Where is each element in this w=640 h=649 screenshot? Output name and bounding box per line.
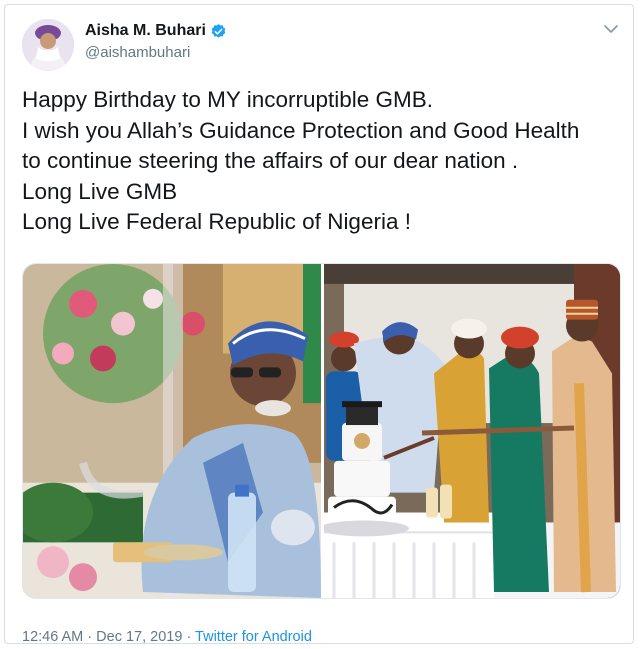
photo-cake-cutting[interactable] <box>324 264 621 598</box>
avatar-image <box>22 19 74 71</box>
separator: · <box>182 629 196 645</box>
separator: · <box>83 629 97 645</box>
tweet-line: Long Live GMB <box>22 178 178 204</box>
tweet-line: to continue steering the affairs of our … <box>22 148 519 173</box>
tweet-source-link[interactable]: Twitter for Android <box>195 629 312 645</box>
tweet-line: I wish you Allah’s Guidance Protection a… <box>22 117 580 143</box>
tweet-card: Aisha M. Buhari @aishambuhari Happy Birt… <box>4 4 634 645</box>
tweet-text: Happy Birthday to MY incorruptible GMB. … <box>22 85 627 238</box>
chevron-down-icon[interactable] <box>601 19 621 39</box>
tweet-metadata: 12:46 AM · Dec 17, 2019 · Twitter for An… <box>22 629 312 645</box>
tweet-line: Happy Birthday to MY incorruptible GMB. <box>22 87 434 112</box>
avatar[interactable] <box>22 19 74 71</box>
tweet-date[interactable]: Dec 17, 2019 <box>96 629 182 645</box>
tweet-time[interactable]: 12:46 AM <box>22 629 83 645</box>
verified-badge-icon <box>211 23 226 38</box>
user-display-name[interactable]: Aisha M. Buhari <box>85 22 206 40</box>
photo-birthday-table[interactable] <box>23 264 321 598</box>
tweet-line: Long Live Federal Republic of Nigeria ! <box>22 209 411 234</box>
tweet-media[interactable] <box>22 263 621 599</box>
user-handle[interactable]: @aishambuhari <box>85 44 190 61</box>
user-display-name-row[interactable]: Aisha M. Buhari <box>85 22 227 40</box>
